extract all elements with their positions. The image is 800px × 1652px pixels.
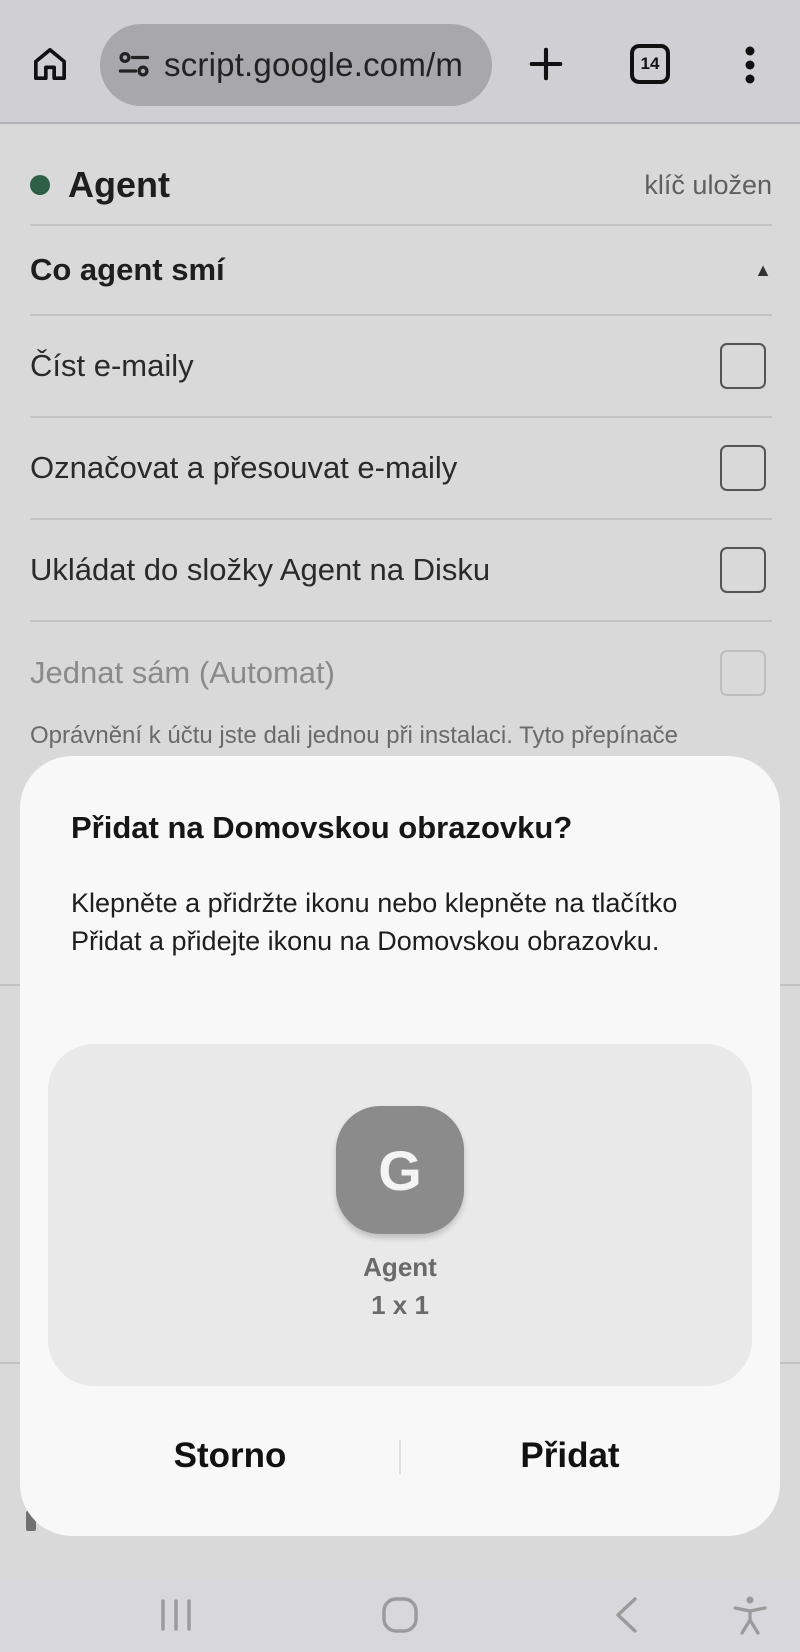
- url-text: script.google.com/m: [164, 46, 464, 83]
- permissions-title: Co agent smí: [30, 252, 225, 287]
- add-to-home-dialog: Přidat na Domovskou obrazovku? Klepněte …: [20, 756, 780, 1536]
- collapse-caret-icon: ▲: [754, 259, 772, 280]
- permission-checkbox[interactable]: [720, 343, 766, 389]
- permission-checkbox: [720, 650, 766, 696]
- site-settings-icon[interactable]: [116, 47, 152, 83]
- tab-switcher-button[interactable]: 14: [630, 44, 670, 84]
- more-vert-icon[interactable]: [730, 40, 770, 90]
- dialog-body: Klepněte a přidržte ikonu nebo klepněte …: [71, 888, 678, 956]
- app-icon[interactable]: G: [336, 1106, 464, 1234]
- home-icon[interactable]: [22, 36, 78, 92]
- plus-icon: [529, 47, 563, 81]
- key-status: klíč uložen: [644, 169, 772, 200]
- permission-row-automat: Jednat sám (Automat): [30, 622, 772, 724]
- permission-label: Označovat a přesouvat e-maily: [30, 450, 458, 485]
- tab-count: 14: [640, 54, 660, 73]
- agent-title: Agent: [68, 164, 170, 205]
- permission-row-read[interactable]: Číst e-maily: [30, 316, 772, 418]
- app-icon-letter: G: [378, 1138, 422, 1202]
- recents-icon[interactable]: [136, 1578, 216, 1652]
- browser-toolbar: script.google.com/m 14: [0, 0, 800, 124]
- back-icon[interactable]: [586, 1578, 666, 1652]
- accessibility-icon[interactable]: [710, 1578, 790, 1652]
- permission-label: Jednat sám (Automat): [30, 655, 335, 690]
- widget-size: 1 x 1: [371, 1290, 429, 1320]
- permission-label: Ukládat do složky Agent na Disku: [30, 552, 491, 587]
- address-bar[interactable]: script.google.com/m: [100, 24, 492, 106]
- dialog-title: Přidat na Domovskou obrazovku?: [71, 810, 573, 845]
- home-nav-icon[interactable]: [360, 1578, 440, 1652]
- permission-row-save-drive[interactable]: Ukládat do složky Agent na Disku: [30, 520, 772, 622]
- cancel-button[interactable]: Storno: [80, 1416, 380, 1496]
- system-nav-bar: [0, 1578, 800, 1652]
- permission-checkbox[interactable]: [720, 445, 766, 491]
- permission-label: Číst e-maily: [30, 348, 194, 383]
- button-separator: [399, 1440, 401, 1474]
- permissions-note: Oprávnění k účtu jste dali jednou při in…: [30, 722, 678, 749]
- status-dot: [30, 175, 50, 195]
- permission-checkbox[interactable]: [720, 547, 766, 593]
- permissions-section-header[interactable]: Co agent smí ▲: [30, 226, 772, 316]
- agent-header: Agent klíč uložen: [30, 146, 772, 226]
- widget-preview: G Agent 1 x 1: [48, 1044, 752, 1386]
- permission-row-label-move[interactable]: Označovat a přesouvat e-maily: [30, 418, 772, 520]
- app-name: Agent: [363, 1252, 437, 1282]
- add-button[interactable]: Přidat: [420, 1416, 720, 1496]
- new-tab-button[interactable]: [520, 36, 572, 92]
